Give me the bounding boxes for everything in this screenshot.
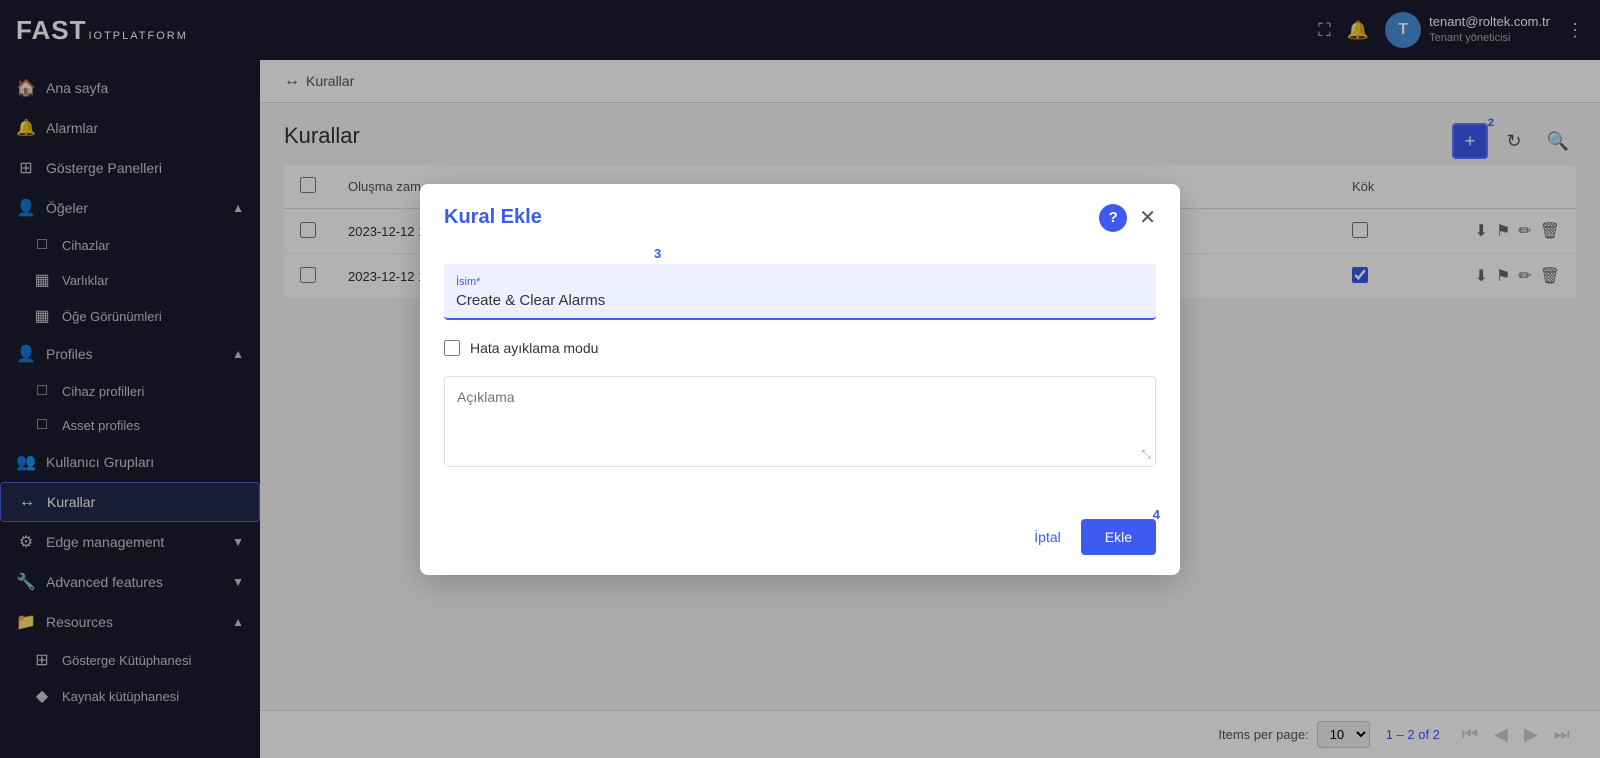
debug-mode-checkbox[interactable]: [444, 340, 460, 356]
modal-close-button[interactable]: ✕: [1139, 208, 1156, 228]
modal-body: 3 İsim* Hata ayıklama modu ⤡: [420, 248, 1180, 507]
modal-header-actions: ? ✕: [1099, 204, 1156, 232]
kural-ekle-modal: Kural Ekle ? ✕ 3 İsim* Hata ayıklama mod…: [420, 184, 1180, 575]
modal-help-button[interactable]: ?: [1099, 204, 1127, 232]
modal-header: Kural Ekle ? ✕: [420, 184, 1180, 248]
add-button[interactable]: Ekle: [1081, 519, 1156, 555]
name-label: İsim*: [456, 276, 1144, 288]
resize-handle-icon: ⤡: [1141, 447, 1151, 462]
modal-footer: İptal 4 Ekle: [420, 507, 1180, 575]
cancel-button[interactable]: İptal: [1022, 521, 1072, 553]
description-textarea[interactable]: [457, 389, 1143, 449]
add-button-wrapper: 4 Ekle: [1081, 519, 1156, 555]
description-wrapper: ⤡: [444, 376, 1156, 467]
debug-mode-row: Hata ayıklama modu: [444, 340, 1156, 356]
debug-mode-label: Hata ayıklama modu: [470, 340, 598, 356]
step4-badge: 4: [1153, 507, 1160, 522]
name-input[interactable]: [456, 292, 1144, 309]
modal-overlay: Kural Ekle ? ✕ 3 İsim* Hata ayıklama mod…: [0, 0, 1600, 758]
name-field: 3 İsim*: [444, 264, 1156, 320]
modal-title: Kural Ekle: [444, 206, 542, 229]
description-field: ⤡: [444, 376, 1156, 467]
step3-badge: 3: [654, 246, 661, 261]
name-input-wrapper: İsim*: [444, 264, 1156, 320]
